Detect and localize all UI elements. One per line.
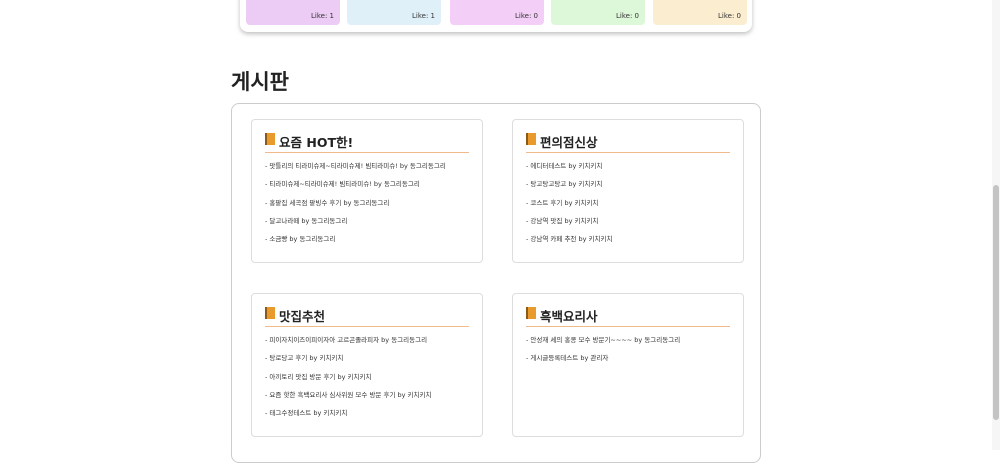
board-section: 흑백요리사 - 안성재 셰의 홍콩 모수 방문기~~~~ by 동그리동그리 - …: [512, 293, 744, 437]
post-card-strip: Like: 1 Like: 1 Like: 0 Like: 0 Like: 0: [240, 0, 752, 32]
post-link[interactable]: - 에디터테스트 by 키치키치: [526, 160, 737, 178]
board-section: 맛집추천 - 피이자치이즈이피이자아 고르곤졸라피자 by 동그리동그리 - 탕로…: [251, 293, 483, 437]
post-link[interactable]: - 안성재 셰의 홍콩 모수 방문기~~~~ by 동그리동그리: [526, 334, 737, 352]
post-link[interactable]: - 코스트 후기 by 키치키치: [526, 197, 737, 215]
post-card[interactable]: Like: 0: [551, 0, 645, 25]
post-link[interactable]: - 소금빵 by 동그리동그리: [265, 233, 476, 251]
post-link[interactable]: - 티라미슈제~티라미슈제! 빔티라미슈! by 동그리동그리: [265, 178, 476, 196]
board-container: 요즘 HOT한! - 맛틀리의 티라미슈제~티라미슈제! 빔티라미슈! by 동…: [231, 103, 761, 463]
post-link[interactable]: - 태그수정테스트 by 키치키치: [265, 407, 476, 425]
post-link[interactable]: - 피이자치이즈이피이자아 고르곤졸라피자 by 동그리동그리: [265, 334, 476, 352]
post-list: - 에디터테스트 by 키치키치 - 탕고탕고탕고 by 키치키치 - 코스트 후기…: [526, 160, 737, 251]
post-link[interactable]: - 맛틀리의 티라미슈제~티라미슈제! 빔티라미슈! by 동그리동그리: [265, 160, 476, 178]
page-title: 게시판: [231, 70, 289, 94]
post-link[interactable]: - 강남역 맛집 by 키치키치: [526, 215, 737, 233]
post-card[interactable]: Like: 0: [450, 0, 544, 25]
post-link[interactable]: - 탕고탕고탕고 by 키치키치: [526, 178, 737, 196]
book-icon: [526, 307, 536, 319]
post-link[interactable]: - 요즘 핫한 흑백요리사 심사위원 모수 방문 후기 by 키치키치: [265, 389, 476, 407]
book-icon: [265, 133, 275, 145]
like-count: Like: 0: [616, 12, 639, 20]
post-card[interactable]: Like: 0: [653, 0, 747, 25]
post-list: - 피이자치이즈이피이자아 고르곤졸라피자 by 동그리동그리 - 탕로당고 후기…: [265, 334, 476, 425]
post-card[interactable]: Like: 1: [246, 0, 340, 25]
like-count: Like: 0: [718, 12, 741, 20]
post-link[interactable]: - 달고나라떼 by 동그리동그리: [265, 215, 476, 233]
like-count: Like: 1: [311, 12, 334, 20]
post-link[interactable]: - 홍팥집 세곡점 팥빙수 후기 by 동그리동그리: [265, 197, 476, 215]
post-link[interactable]: - 게시글등록테스트 by 관리자: [526, 352, 737, 370]
section-title[interactable]: 맛집추천: [279, 306, 325, 325]
post-link[interactable]: - 아끼토리 맛집 방문 후기 by 키치키치: [265, 371, 476, 389]
post-link[interactable]: - 탕로당고 후기 by 키치키치: [265, 352, 476, 370]
post-list: - 안성재 셰의 홍콩 모수 방문기~~~~ by 동그리동그리 - 게시글등록테…: [526, 334, 737, 371]
scrollbar-thumb[interactable]: [993, 185, 999, 420]
board-section: 요즘 HOT한! - 맛틀리의 티라미슈제~티라미슈제! 빔티라미슈! by 동…: [251, 119, 483, 263]
like-count: Like: 1: [412, 12, 435, 20]
post-card[interactable]: Like: 1: [347, 0, 441, 25]
like-count: Like: 0: [515, 12, 538, 20]
post-list: - 맛틀리의 티라미슈제~티라미슈제! 빔티라미슈! by 동그리동그리 - 티라…: [265, 160, 476, 251]
section-title[interactable]: 흑백요리사: [540, 306, 598, 325]
book-icon: [265, 307, 275, 319]
board-section: 편의점신상 - 에디터테스트 by 키치키치 - 탕고탕고탕고 by 키치키치 - …: [512, 119, 744, 263]
post-link[interactable]: - 강남역 카페 추천 by 키치키치: [526, 233, 737, 251]
book-icon: [526, 133, 536, 145]
section-title[interactable]: 요즘 HOT한!: [279, 132, 353, 151]
section-title[interactable]: 편의점신상: [540, 132, 598, 151]
scrollbar[interactable]: [992, 0, 1000, 450]
